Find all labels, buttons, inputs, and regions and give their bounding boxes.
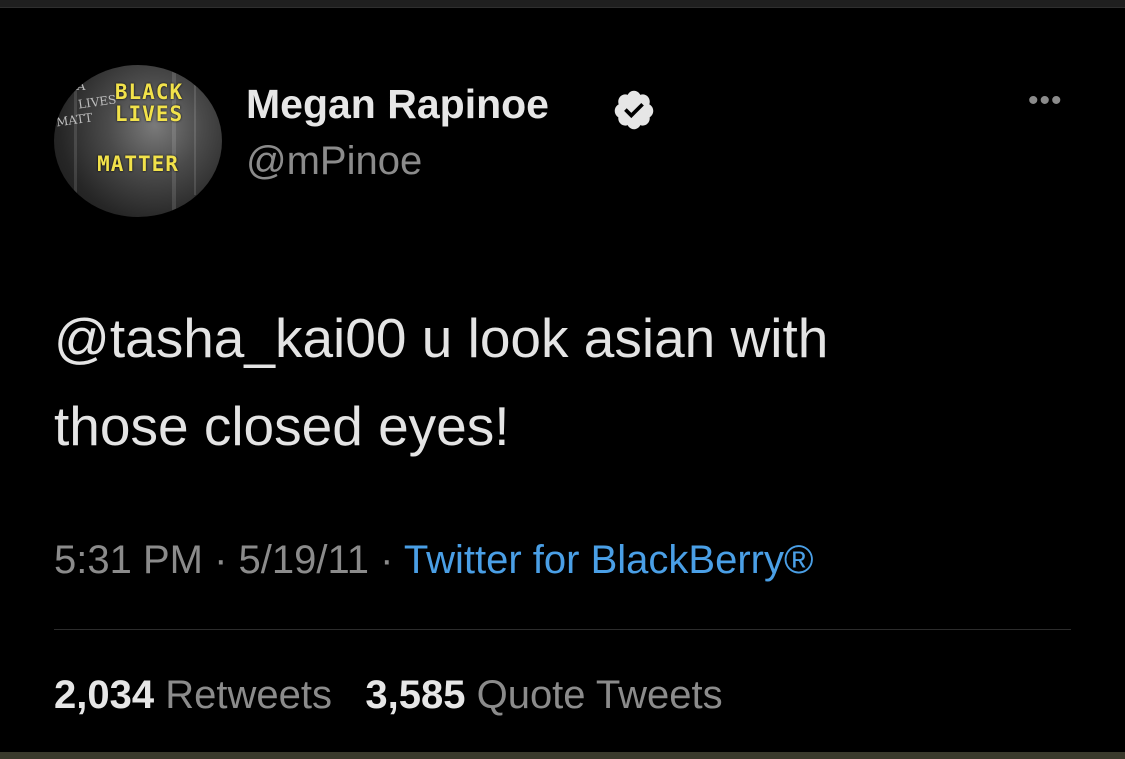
divider <box>54 629 1071 630</box>
retweets-label: Retweets <box>165 673 332 717</box>
avatar-sign-line: LIVES <box>114 102 184 126</box>
tweet-stats: 2,034 Retweets 3,585 Quote Tweets <box>54 673 723 718</box>
tweet-card: BLA LIVES MATT BLACK LIVES MATTER Megan … <box>0 8 1125 752</box>
tweet-text-line: @tasha_kai00 u look asian with <box>54 307 829 369</box>
tweet-source-link[interactable]: Twitter for BlackBerry® <box>404 538 814 582</box>
avatar-sign-line: BLACK <box>114 80 184 104</box>
tweet-text: @tasha_kai00 u look asian with those clo… <box>54 294 1054 470</box>
quote-tweets-stat[interactable]: 3,585 Quote Tweets <box>365 673 722 717</box>
quote-tweets-label: Quote Tweets <box>476 673 723 717</box>
quote-tweets-count: 3,585 <box>365 673 466 717</box>
bottom-border <box>0 752 1125 759</box>
user-handle[interactable]: @mPinoe <box>246 139 422 184</box>
avatar-sign-line: MATTER <box>97 152 179 176</box>
tweet-meta: 5:31 PM · 5/19/11 · Twitter for BlackBer… <box>54 538 813 583</box>
verified-badge-icon <box>614 90 654 130</box>
display-name[interactable]: Megan Rapinoe <box>246 81 549 128</box>
tweet-date[interactable]: 5/19/11 <box>239 538 370 582</box>
meta-separator: · <box>214 538 228 582</box>
tweet-time[interactable]: 5:31 PM <box>54 538 203 582</box>
retweets-stat[interactable]: 2,034 Retweets <box>54 673 343 717</box>
more-options-icon[interactable]: ••• <box>1028 84 1063 118</box>
top-border <box>0 0 1125 8</box>
avatar[interactable]: BLA LIVES MATT BLACK LIVES MATTER <box>54 65 222 217</box>
meta-separator: · <box>380 538 394 582</box>
retweets-count: 2,034 <box>54 673 155 717</box>
tweet-text-line: those closed eyes! <box>54 395 510 457</box>
